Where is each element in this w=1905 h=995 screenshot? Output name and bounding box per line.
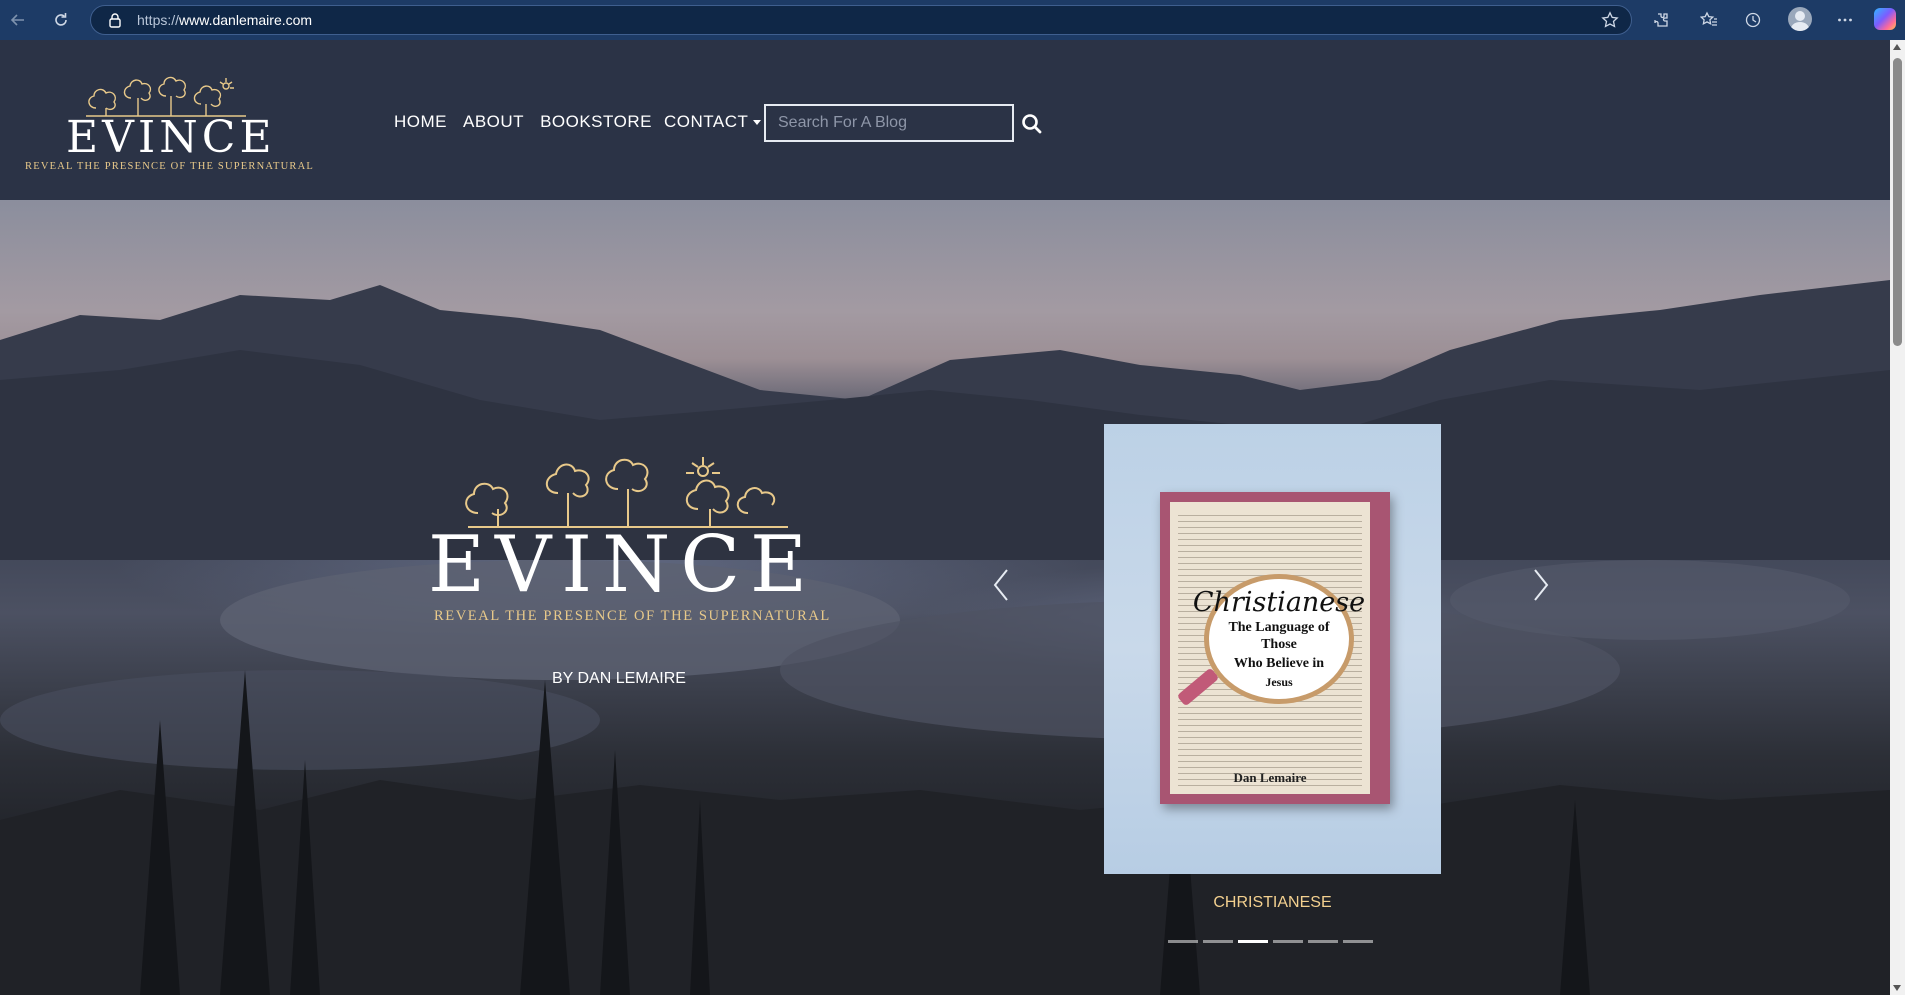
book-subtitle-line-3: Jesus xyxy=(1265,674,1293,689)
book-author: Dan Lemaire xyxy=(1233,770,1307,785)
copilot-icon[interactable] xyxy=(1874,8,1896,30)
url-scheme: https:// xyxy=(137,12,180,28)
nav-contact[interactable]: CONTACT xyxy=(663,112,762,132)
history-icon[interactable] xyxy=(1740,7,1766,33)
magnifier-icon: Christianese The Language of Those Who B… xyxy=(1193,574,1365,704)
book-subtitle-line-1: The Language of Those xyxy=(1228,620,1330,652)
star-icon[interactable] xyxy=(1601,11,1619,34)
extensions-icon[interactable] xyxy=(1648,7,1674,33)
search-icon[interactable] xyxy=(1018,110,1046,138)
more-icon[interactable] xyxy=(1832,7,1858,33)
nav-contact-label: CONTACT xyxy=(663,112,749,131)
nav-bookstore[interactable]: BOOKSTORE xyxy=(540,112,652,132)
search-input[interactable] xyxy=(764,104,1014,142)
logo-tagline: REVEAL THE PRESENCE OF THE SUPERNATURAL xyxy=(25,161,314,172)
carousel-caption[interactable]: CHRISTIANESE xyxy=(1104,894,1441,912)
scroll-up-icon[interactable] xyxy=(1893,44,1901,50)
back-icon[interactable] xyxy=(4,6,32,34)
url-text: https://www.danlemaire.com xyxy=(137,12,312,28)
carousel-indicator[interactable] xyxy=(1343,940,1373,943)
hero-banner: EVINCE REVEAL THE PRESENCE OF THE SUPERN… xyxy=(0,200,1890,995)
carousel-indicator[interactable] xyxy=(1168,940,1198,943)
main-nav: HOME ABOUT BOOKSTORE CONTACT xyxy=(394,112,777,132)
carousel-next-icon[interactable] xyxy=(1526,560,1556,610)
scroll-down-icon[interactable] xyxy=(1893,985,1901,991)
book-cover: Christianese The Language of Those Who B… xyxy=(1160,492,1390,804)
carousel-indicator[interactable] xyxy=(1308,940,1338,943)
reload-icon[interactable] xyxy=(47,6,75,34)
hero-byline: BY DAN LEMAIRE xyxy=(552,670,686,687)
hero-tagline: REVEAL THE PRESENCE OF THE SUPERNATURAL xyxy=(434,608,831,624)
carousel-indicator[interactable] xyxy=(1238,940,1268,943)
site-header: EVINCE REVEAL THE PRESENCE OF THE SUPERN… xyxy=(0,40,1890,200)
url-host: www.danlemaire.com xyxy=(179,12,313,28)
book-page: Christianese The Language of Those Who B… xyxy=(1170,502,1370,794)
lock-icon[interactable] xyxy=(107,12,123,28)
scrollbar-thumb[interactable] xyxy=(1893,58,1902,346)
page-scrollbar[interactable] xyxy=(1890,40,1905,995)
profile-icon[interactable] xyxy=(1788,7,1812,31)
chevron-down-icon xyxy=(753,119,762,125)
browser-toolbar: https://www.danlemaire.com xyxy=(0,0,1905,40)
landscape-background xyxy=(0,280,1890,995)
favorites-icon[interactable] xyxy=(1696,7,1722,33)
book-title: Christianese xyxy=(1192,587,1366,619)
logo-wordmark: EVINCE xyxy=(66,112,276,163)
address-bar[interactable]: https://www.danlemaire.com xyxy=(90,5,1632,35)
book-subtitle-line-2: Who Believe in xyxy=(1233,655,1325,671)
hero-wordmark: EVINCE xyxy=(428,520,817,610)
book-cover-card[interactable]: Christianese The Language of Those Who B… xyxy=(1104,424,1441,874)
carousel-indicator[interactable] xyxy=(1203,940,1233,943)
nav-home[interactable]: HOME xyxy=(394,112,447,132)
carousel-indicators xyxy=(1168,940,1373,943)
nav-about[interactable]: ABOUT xyxy=(463,112,524,132)
carousel-prev-icon[interactable] xyxy=(986,560,1016,610)
carousel-indicator[interactable] xyxy=(1273,940,1303,943)
